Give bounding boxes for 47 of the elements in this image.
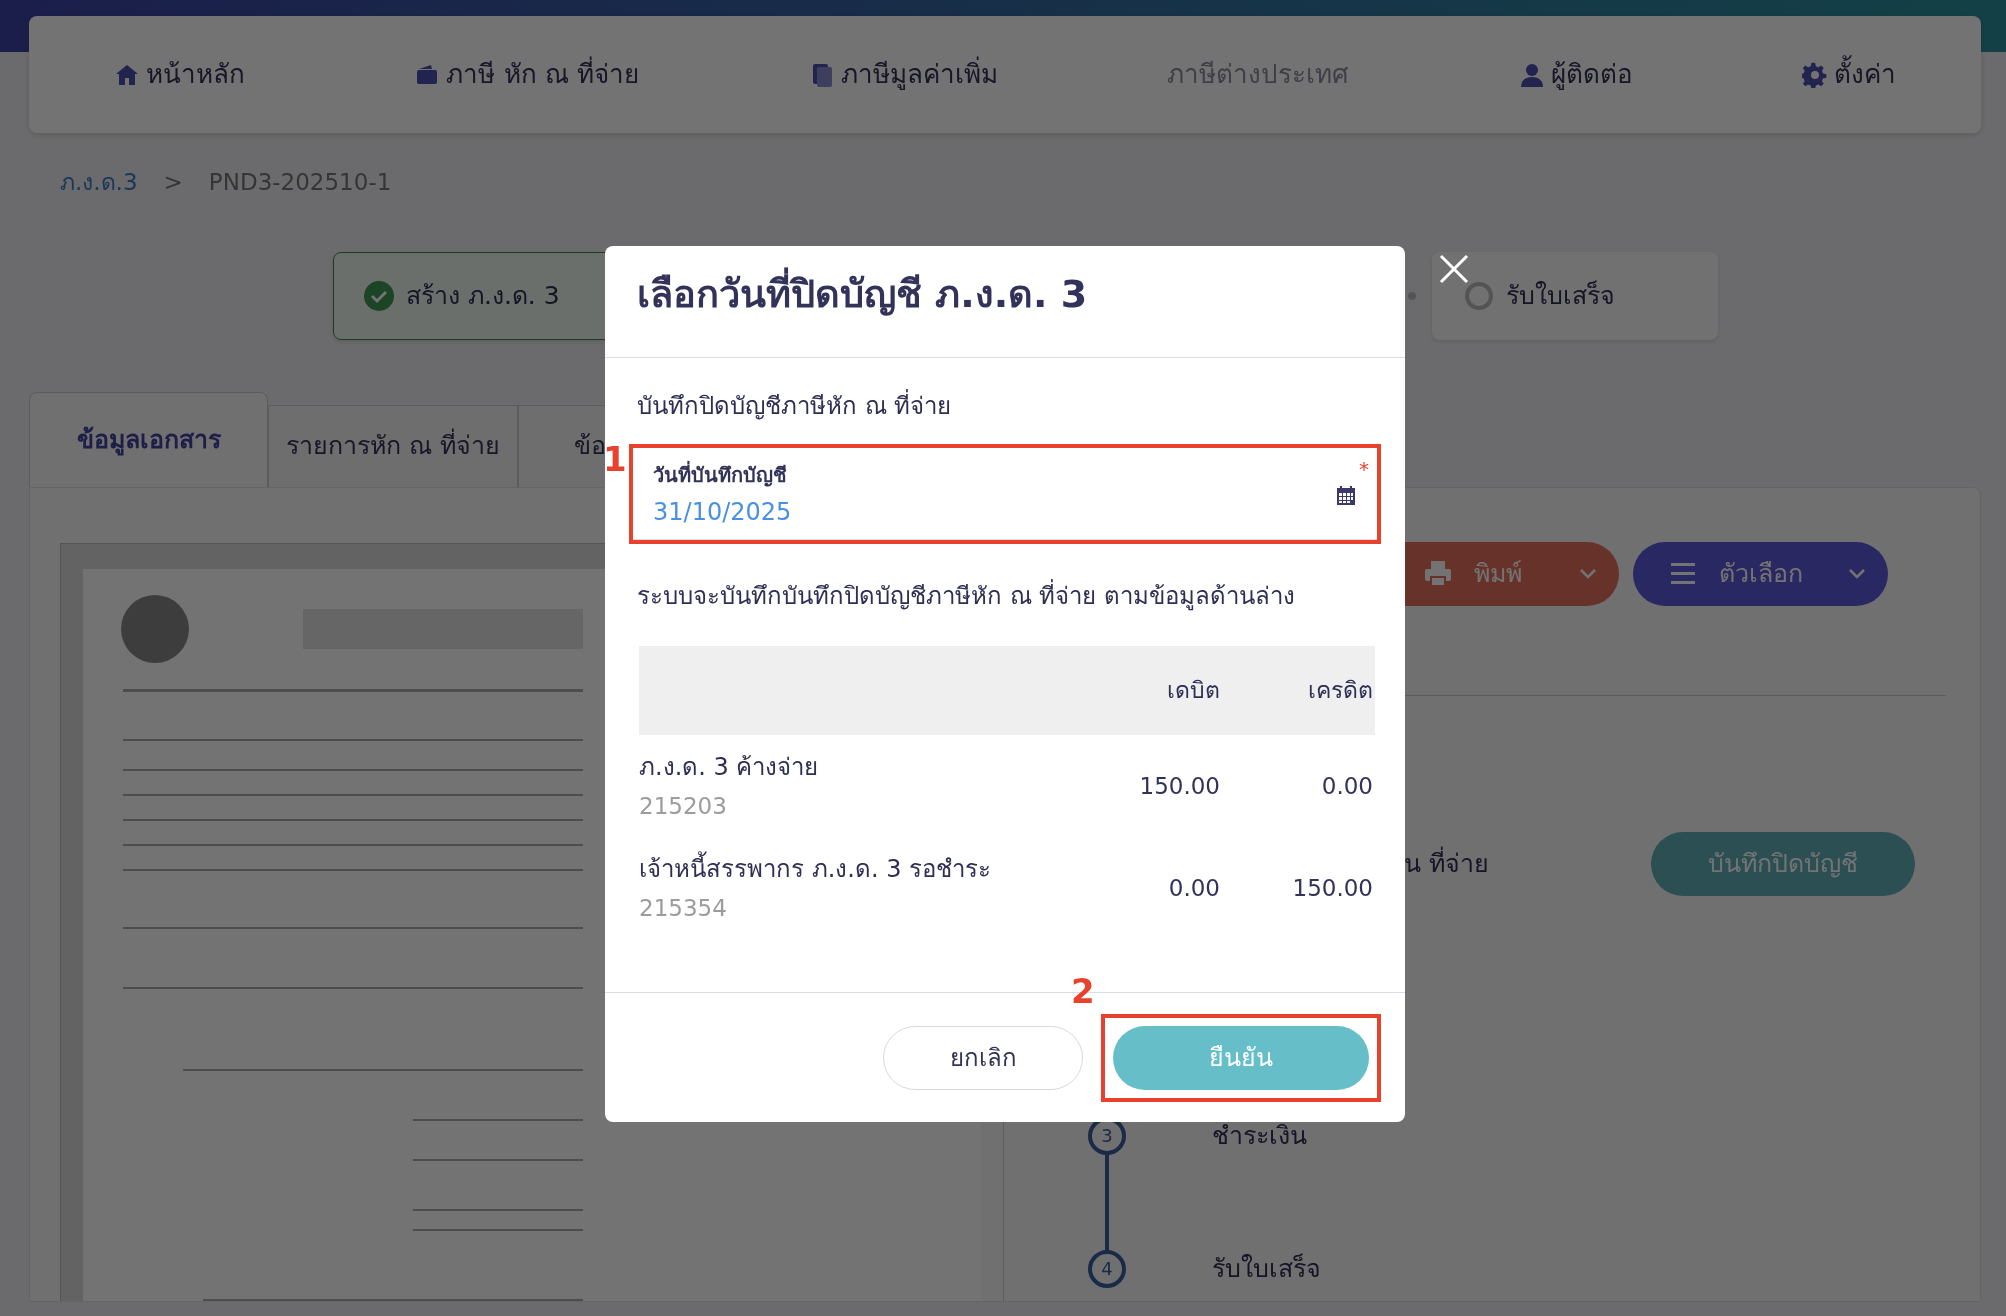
nav-link[interactable]: หน้าหลัก bbox=[113, 55, 245, 94]
debit-amount: 150.00 bbox=[1139, 773, 1220, 799]
nav-link[interactable]: ภาษี หัก ณ ที่จ่าย bbox=[414, 55, 640, 94]
nav-link[interactable]: ตั้งค่า bbox=[1802, 55, 1897, 94]
step-label: รับใบเสร็จ bbox=[1212, 1252, 1321, 1285]
step-label: สร้าง ภ.ง.ด. 3 bbox=[406, 279, 560, 312]
annotation-number: 2 bbox=[1071, 973, 1095, 1008]
close-account-button[interactable]: บันทึกปิดบัญชี bbox=[1651, 831, 1915, 896]
section-text: น ที่จ่าย bbox=[1404, 845, 1489, 880]
nav-link[interactable]: ผู้ติดต่อ bbox=[1518, 55, 1633, 94]
debit-amount: 0.00 bbox=[1168, 875, 1220, 901]
column-header: เครดิต bbox=[1308, 677, 1373, 704]
confirm-button[interactable]: ยืนยัน bbox=[1113, 1025, 1369, 1090]
section-label: บันทึกปิดบัญชีภาษีหัก ณ ที่จ่าย bbox=[637, 388, 1373, 424]
account-name: เจ้าหนี้สรรพากร ภ.ง.ด. 3 รอชำระ bbox=[639, 850, 1045, 887]
calendar-icon[interactable] bbox=[1337, 486, 1355, 505]
credit-amount: 150.00 bbox=[1292, 875, 1373, 901]
account-code: 215203 bbox=[639, 791, 728, 821]
annotation-number: 1 bbox=[603, 442, 627, 476]
account-name: ภ.ง.ด. 3 ค้างจ่าย bbox=[639, 751, 820, 783]
required-mark: * bbox=[1359, 456, 1369, 483]
person-icon bbox=[1518, 61, 1545, 88]
step-label: รับใบเสร็จ bbox=[1506, 279, 1615, 312]
breadcrumb-current: PND3-202510-1 bbox=[208, 168, 392, 197]
date-field[interactable]: 31/10/2025 bbox=[653, 494, 1153, 530]
modal-title: เลือกวันที่ปิดบัญชี ภ.ง.ด. 3 bbox=[637, 264, 1088, 325]
print-button[interactable]: พิมพ์ bbox=[1402, 541, 1619, 606]
nav-link[interactable]: ภาษีมูลค่าเพิ่ม bbox=[808, 55, 998, 94]
credit-amount: 0.00 bbox=[1321, 773, 1373, 799]
menu-icon bbox=[1669, 560, 1697, 587]
breadcrumb-separator: > bbox=[163, 168, 183, 197]
field-label: วันที่บันทึกบัญชี bbox=[653, 460, 788, 489]
column-header: เดบิต bbox=[1167, 677, 1220, 704]
chevron-down-icon bbox=[1579, 568, 1597, 579]
tab[interactable]: รายการหัก ณ ที่จ่าย bbox=[268, 404, 518, 487]
description-text: ระบบจะบันทึกบันทึกปิดบัญชีภาษีหัก ณ ที่จ่าย ตามข้อมูลด้านล่าง bbox=[637, 578, 1373, 614]
gear-icon bbox=[1802, 61, 1829, 88]
step-label: ชำระเงิน bbox=[1212, 1119, 1307, 1152]
step-connector-dot bbox=[1408, 291, 1416, 300]
cancel-button[interactable]: ยกเลิก bbox=[883, 1025, 1083, 1090]
printer-icon bbox=[1424, 560, 1452, 587]
account-code: 215354 bbox=[639, 893, 728, 923]
breadcrumb-link[interactable]: ภ.ง.ด.3 bbox=[60, 165, 138, 200]
tab[interactable]: ข้อมูลเอกสาร bbox=[29, 391, 268, 487]
step-number: 4 bbox=[1088, 1249, 1126, 1288]
chevron-down-icon bbox=[1848, 568, 1866, 579]
options-button[interactable]: ตัวเลือก bbox=[1633, 541, 1888, 606]
